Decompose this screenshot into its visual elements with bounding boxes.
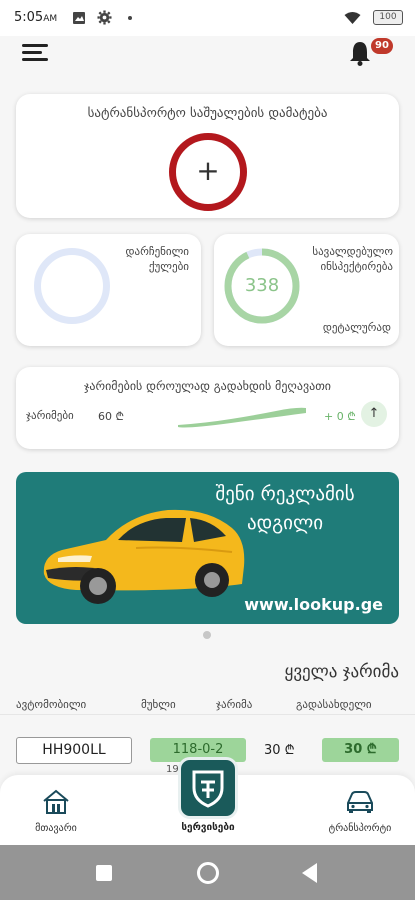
column-header-vehicle: ავტომობილი	[16, 698, 87, 711]
carousel-indicator[interactable]	[203, 631, 211, 639]
ad-banner[interactable]: შენი რეკლამის ადგილი www.lookup.ge	[16, 472, 399, 624]
header-divider	[0, 714, 415, 715]
services-button[interactable]	[178, 757, 238, 819]
nav-transport-label: ტრანსპორტი	[328, 823, 392, 834]
wifi-icon	[344, 10, 361, 29]
penalty-label: ჯარიმები	[26, 409, 74, 422]
ad-url[interactable]: www.lookup.ge	[244, 595, 383, 614]
penalty-sparkline	[178, 407, 306, 428]
back-triangle-icon[interactable]	[302, 863, 317, 883]
add-vehicle-card[interactable]: სატრანსპორტო საშუალების დამატება +	[16, 94, 399, 218]
plus-icon: +	[196, 154, 220, 187]
penalty-summary-card[interactable]: ჯარიმების დროულად გადახდის მეღავათი ჯარი…	[16, 367, 399, 449]
nav-transport[interactable]: ტრანსპორტი	[320, 789, 400, 834]
column-header-article: მუხლი	[141, 698, 176, 711]
details-link[interactable]: დეტალურად	[323, 320, 391, 335]
ad-headline: შენი რეკლამის ადგილი	[215, 483, 355, 534]
penalty-amount: 60 ₾	[98, 410, 124, 423]
services-logo-icon	[192, 770, 224, 808]
app-bar: 90	[0, 36, 415, 76]
add-vehicle-title: სატრანსპორტო საშუალების დამატება	[87, 106, 328, 121]
nav-services-label: სერვისები	[181, 822, 235, 833]
pay-button[interactable]: 30 ₾	[322, 738, 399, 762]
remaining-points-card[interactable]: დარჩენილი ქულები	[16, 234, 201, 346]
home-circle-icon[interactable]	[197, 862, 219, 884]
column-header-fine: ჯარიმა	[216, 698, 253, 711]
penalty-summary-title: ჯარიმების დროულად გადახდის მეღავათი	[83, 379, 332, 393]
image-icon	[72, 10, 86, 29]
notification-dot-icon	[128, 16, 132, 20]
arrow-up-icon[interactable]: ↑	[361, 401, 387, 427]
car-icon	[347, 791, 373, 813]
points-progress-ring	[34, 248, 110, 324]
status-time: 5:05AM	[14, 10, 58, 25]
penalty-date: 19	[166, 764, 179, 775]
add-vehicle-ring[interactable]: +	[169, 133, 247, 211]
nav-home[interactable]: მთავარი	[16, 789, 96, 834]
menu-hamburger-icon[interactable]	[22, 44, 50, 66]
system-navigation-bar	[0, 845, 415, 900]
settings-gear-icon	[97, 10, 112, 29]
recent-apps-icon[interactable]	[96, 865, 112, 881]
all-penalties-title: ყველა ჯარიმა	[284, 662, 399, 682]
inspection-card[interactable]: 338 სავალდებულო ინსპექტირება დეტალურად	[214, 234, 399, 346]
status-bar: 5:05AM 100	[0, 0, 415, 36]
remaining-points-label: დარჩენილი ქულები	[125, 245, 189, 273]
home-icon	[43, 789, 69, 814]
inspection-label: სავალდებულო ინსპექტირება	[312, 245, 393, 273]
column-header-to-pay: გადასახდელი	[296, 698, 372, 711]
battery-icon: 100	[373, 10, 403, 25]
nav-home-label: მთავარი	[35, 823, 77, 834]
inspection-days-value: 338	[244, 275, 280, 296]
license-plate[interactable]: HH900LL	[16, 737, 132, 764]
notification-count-badge: 90	[371, 38, 393, 54]
fine-amount: 30 ₾	[264, 743, 295, 758]
penalty-change: + 0 ₾	[324, 410, 356, 423]
status-ampm: AM	[43, 14, 58, 24]
